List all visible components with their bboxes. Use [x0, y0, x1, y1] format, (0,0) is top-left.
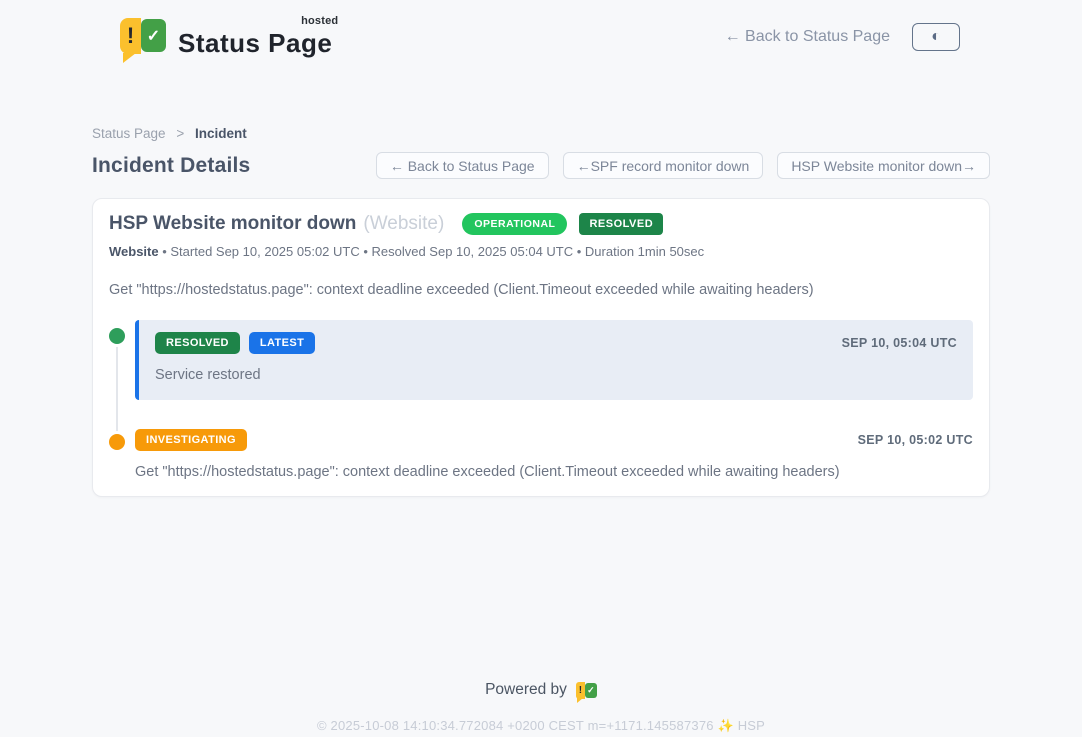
timeline-entry-content: INVESTIGATING SEP 10, 05:02 UTC Get "htt… [135, 426, 973, 480]
header-actions: ← Back to Status Page ◐ [725, 23, 960, 51]
copyright-line: © 2025-10-08 14:10:34.772084 +0200 CEST … [92, 718, 990, 734]
investigating-dot-icon [109, 434, 125, 450]
timeline-timestamp: SEP 10, 05:04 UTC [842, 336, 957, 350]
bubble-tail [577, 698, 583, 703]
breadcrumb-separator: > [176, 126, 184, 141]
incident-meta-component: Website [109, 244, 159, 259]
brand-logo: ! ✓ Status Page hosted [120, 18, 332, 56]
timeline-badges: RESOLVED LATEST [155, 332, 315, 354]
theme-toggle-button[interactable]: ◐ [912, 23, 960, 51]
powered-by-label: Powered by [485, 681, 567, 699]
checkmark-icon: ✓ [141, 19, 166, 52]
page-title: Incident Details [92, 154, 250, 178]
incident-description: Get "https://hostedstatus.page": context… [109, 282, 973, 298]
powered-by[interactable]: Powered by ! ✓ [485, 681, 597, 699]
brand-name: Status Page hosted [178, 18, 332, 56]
timeline-entry-investigating: INVESTIGATING SEP 10, 05:02 UTC Get "htt… [109, 426, 973, 480]
page-container: ! ✓ Status Page hosted ← Back to Status … [92, 0, 990, 734]
timeline-entry-resolved: RESOLVED LATEST SEP 10, 05:04 UTC Servic… [109, 320, 973, 400]
theme-toggle-icon: ◐ [931, 29, 941, 45]
incident-meta-details: • Started Sep 10, 2025 05:02 UTC • Resol… [159, 244, 705, 259]
timeline-badges: INVESTIGATING [135, 429, 247, 451]
next-incident-button[interactable]: HSP Website monitor down→ [777, 152, 990, 179]
incident-card: HSP Website monitor down (Website) OPERA… [92, 198, 990, 497]
exclamation-icon: ! [120, 18, 141, 54]
incident-title: HSP Website monitor down [109, 213, 356, 235]
resolved-dot-icon [109, 328, 125, 344]
resolved-status-badge: RESOLVED [579, 213, 663, 235]
exclamation-icon: ! [576, 682, 585, 699]
timeline-connector-line [116, 344, 118, 436]
footer: Powered by ! ✓ © 2025-10-08 14:10:34.772… [92, 681, 990, 734]
incident-nav-buttons: ← Back to Status Page ←SPF record monito… [376, 152, 990, 179]
timeline-timestamp: SEP 10, 05:02 UTC [858, 433, 973, 447]
timeline-entry-content: RESOLVED LATEST SEP 10, 05:04 UTC Servic… [135, 320, 973, 400]
incident-timeline: RESOLVED LATEST SEP 10, 05:04 UTC Servic… [109, 320, 973, 480]
breadcrumb: Status Page > Incident [92, 126, 990, 141]
powered-by-logo-icon: ! ✓ [576, 682, 597, 699]
checkmark-icon: ✓ [585, 683, 597, 698]
breadcrumb-root[interactable]: Status Page [92, 126, 166, 141]
timeline-message: Get "https://hostedstatus.page": context… [135, 464, 973, 480]
latest-badge: LATEST [249, 332, 315, 354]
timeline-entry-header: RESOLVED LATEST SEP 10, 05:04 UTC [155, 332, 957, 354]
incident-title-row: HSP Website monitor down (Website) OPERA… [109, 213, 973, 235]
incident-component: (Website) [363, 213, 444, 235]
previous-incident-button[interactable]: ←SPF record monitor down [563, 152, 764, 179]
header: ! ✓ Status Page hosted ← Back to Status … [92, 0, 990, 56]
back-to-status-page-button[interactable]: ← Back to Status Page [376, 152, 549, 179]
resolved-badge: RESOLVED [155, 332, 240, 354]
incident-meta: Website • Started Sep 10, 2025 05:02 UTC… [109, 244, 973, 259]
breadcrumb-current: Incident [195, 126, 247, 141]
timeline-message: Service restored [155, 367, 957, 383]
timeline-dot-column [109, 426, 125, 480]
brand-superscript: hosted [301, 16, 338, 27]
bubble-tail [123, 53, 136, 63]
header-back-link[interactable]: ← Back to Status Page [725, 28, 890, 46]
title-row: Incident Details ← Back to Status Page ←… [92, 152, 990, 179]
timeline-entry-header: INVESTIGATING SEP 10, 05:02 UTC [135, 429, 973, 451]
brand-logo-icon: ! ✓ [120, 18, 166, 54]
operational-status-badge: OPERATIONAL [462, 213, 567, 235]
investigating-badge: INVESTIGATING [135, 429, 247, 451]
